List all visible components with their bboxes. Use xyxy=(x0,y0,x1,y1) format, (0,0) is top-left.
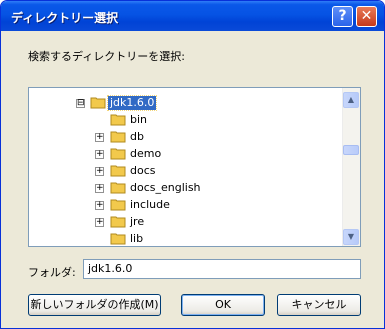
tree-item-docs-english[interactable]: + docs_english xyxy=(29,180,344,197)
title-bar[interactable]: ディレクトリー選択 ? ✕ xyxy=(1,1,384,31)
folder-icon xyxy=(110,165,126,177)
folder-icon xyxy=(110,148,126,160)
folder-icon xyxy=(110,182,126,194)
tree-item-lib[interactable]: lib xyxy=(29,231,344,246)
tree-item-label: jre xyxy=(130,215,145,228)
vertical-scrollbar[interactable]: ▲ ▼ xyxy=(342,88,360,246)
folder-icon xyxy=(110,114,126,126)
tree-item-jdk[interactable]: ⊟ jdk1.6.0 xyxy=(29,95,344,112)
tree-item-label: lib xyxy=(130,232,144,245)
expand-icon[interactable]: + xyxy=(95,133,104,142)
new-folder-button[interactable]: 新しいフォルダの作成(M) xyxy=(28,294,161,316)
tree-item-label: include xyxy=(130,198,170,211)
scroll-up-button[interactable]: ▲ xyxy=(343,92,359,108)
directory-select-dialog: ディレクトリー選択 ? ✕ 検索するディレクトリーを選択: ⊟ jdk1.6.0… xyxy=(0,0,385,329)
open-folder-icon xyxy=(90,97,106,109)
help-button[interactable]: ? xyxy=(332,6,353,27)
folder-input[interactable]: jdk1.6.0 xyxy=(83,259,361,279)
collapse-icon[interactable]: ⊟ xyxy=(76,99,85,108)
folder-icon xyxy=(110,131,126,143)
directory-tree[interactable]: ⊟ jdk1.6.0 bin + db + demo + docs + docs… xyxy=(28,87,361,247)
folder-icon xyxy=(110,233,126,245)
tree-item-db[interactable]: + db xyxy=(29,129,344,146)
tree-item-label: docs xyxy=(130,164,156,177)
tree-item-jre[interactable]: + jre xyxy=(29,214,344,231)
tree-item-bin[interactable]: bin xyxy=(29,112,344,129)
ok-button[interactable]: OK xyxy=(181,294,265,316)
expand-icon[interactable]: + xyxy=(95,201,104,210)
dialog-prompt: 検索するディレクトリーを選択: xyxy=(28,50,185,63)
tree-item-label: db xyxy=(130,130,144,143)
folder-icon xyxy=(110,216,126,228)
folder-field-label: フォルダ: xyxy=(28,266,76,279)
scroll-thumb[interactable] xyxy=(343,145,359,155)
cancel-button[interactable]: キャンセル xyxy=(277,294,361,316)
expand-icon[interactable]: + xyxy=(95,167,104,176)
folder-icon xyxy=(110,199,126,211)
tree-item-label: docs_english xyxy=(130,181,201,194)
tree-item-label: jdk1.6.0 xyxy=(106,95,158,111)
expand-icon[interactable]: + xyxy=(95,150,104,159)
close-button[interactable]: ✕ xyxy=(356,6,377,27)
expand-icon[interactable]: + xyxy=(95,184,104,193)
tree-item-label: bin xyxy=(130,113,148,126)
tree-item-include[interactable]: + include xyxy=(29,197,344,214)
scroll-down-button[interactable]: ▼ xyxy=(343,229,359,245)
window-title: ディレクトリー選択 xyxy=(11,11,119,25)
tree-item-demo[interactable]: + demo xyxy=(29,146,344,163)
tree-item-docs[interactable]: + docs xyxy=(29,163,344,180)
tree-item-label: demo xyxy=(130,147,162,160)
expand-icon[interactable]: + xyxy=(95,218,104,227)
